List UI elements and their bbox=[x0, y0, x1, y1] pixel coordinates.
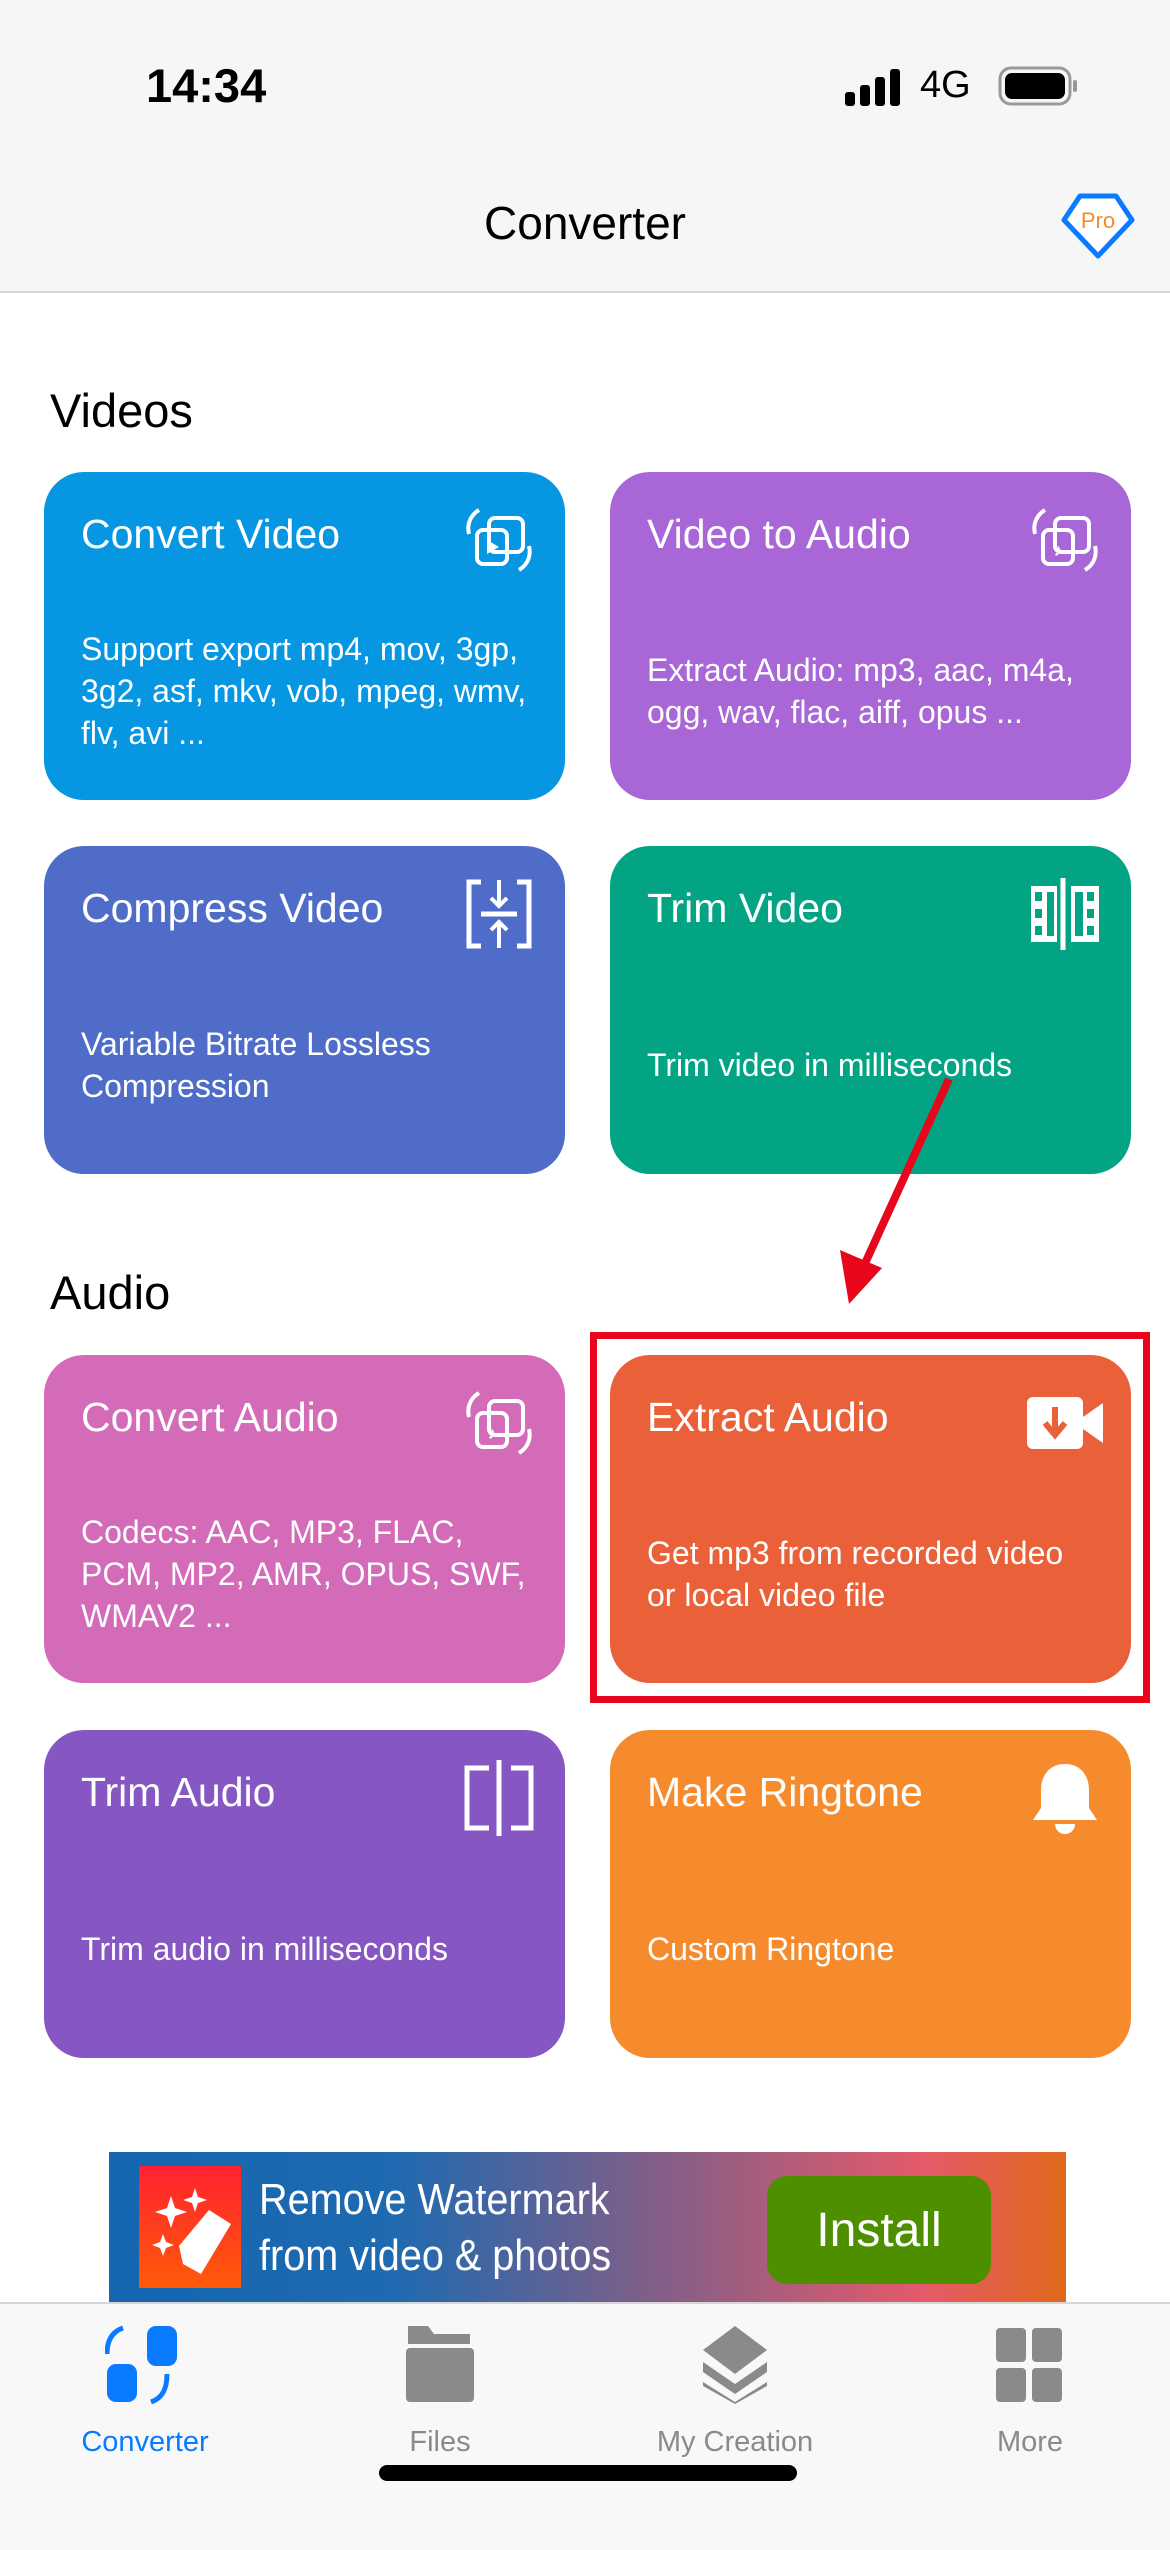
folder-icon bbox=[406, 2326, 474, 2402]
ad-line2: from video & photos bbox=[259, 2231, 612, 2280]
grid-icon bbox=[996, 2328, 1062, 2402]
tab-converter[interactable]: Converter bbox=[20, 2324, 270, 2459]
tab-label: My Creation bbox=[656, 2426, 814, 2458]
tab-more[interactable]: More bbox=[905, 2324, 1155, 2459]
converter-icon bbox=[105, 2325, 177, 2404]
tab-files[interactable]: Files bbox=[315, 2324, 565, 2459]
ad-install-button[interactable]: Install bbox=[767, 2176, 991, 2284]
eraser-app-icon bbox=[139, 2166, 241, 2288]
layers-icon bbox=[703, 2326, 767, 2404]
home-indicator bbox=[379, 2465, 797, 2481]
ad-line1: Remove Watermark bbox=[259, 2175, 610, 2224]
tab-bar: Converter Files My Creation More bbox=[0, 2302, 1170, 2550]
tab-label: Files bbox=[409, 2426, 471, 2458]
tab-label: More bbox=[996, 2426, 1064, 2458]
ad-banner[interactable]: Remove Watermark from video & photos Inst… bbox=[109, 2152, 1066, 2302]
tab-my-creation[interactable]: My Creation bbox=[610, 2324, 860, 2459]
tab-label: Converter bbox=[81, 2426, 209, 2458]
